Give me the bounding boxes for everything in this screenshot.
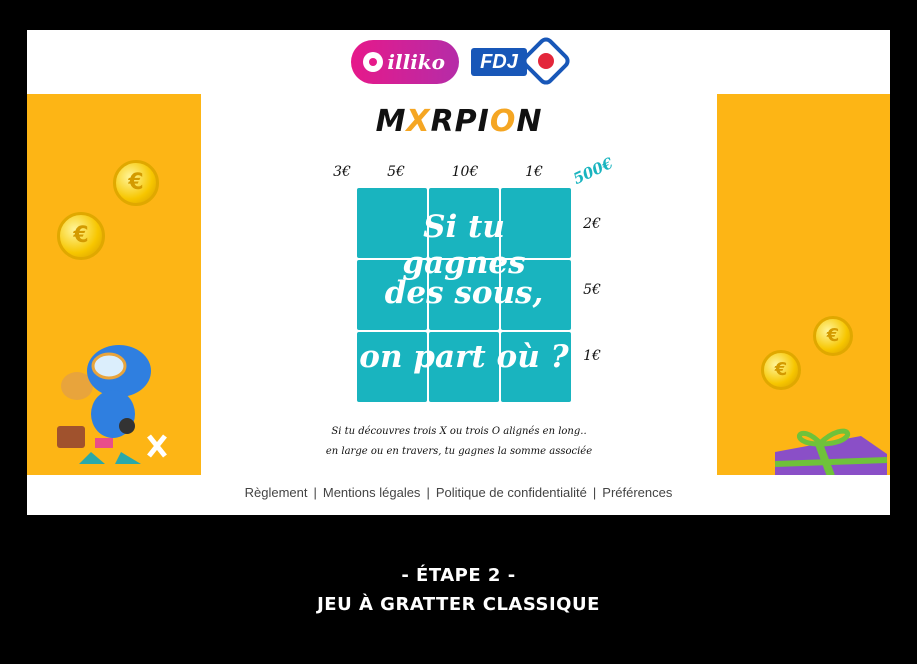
column-prize: 10€ xyxy=(451,164,479,180)
rules-text: Si tu découvres trois X ou trois O align… xyxy=(331,426,587,437)
illiko-logo-text: illiko xyxy=(387,50,445,74)
footer-link-confidentialite[interactable]: Politique de confidentialité xyxy=(436,485,587,500)
column-prize: 5€ xyxy=(387,164,405,180)
row-prize: 2€ xyxy=(583,216,601,232)
footer-link-reglement[interactable]: Règlement xyxy=(245,485,308,500)
illiko-logo: illiko xyxy=(351,40,459,84)
scratch-game-card: MXRPION 3€ 5€ 10€ 1€ 500€ Si tu gagnes d… xyxy=(201,94,717,475)
scratch-cell[interactable] xyxy=(357,188,427,258)
gift-box-illustration xyxy=(774,428,888,476)
scratch-cell[interactable] xyxy=(429,188,499,258)
footer-separator: | xyxy=(592,485,597,500)
footer-separator: | xyxy=(313,485,317,500)
scratch-cell[interactable] xyxy=(501,332,571,402)
footer-links: Règlement | Mentions légales | Politique de … xyxy=(27,475,890,515)
fdj-logo: FDJ xyxy=(471,34,573,88)
euro-coin-icon: € xyxy=(813,316,853,356)
scratch-cell[interactable] xyxy=(357,332,427,402)
row-prize: 1€ xyxy=(583,348,601,364)
euro-coin-icon: € xyxy=(113,160,159,206)
mascot-illustration xyxy=(57,345,167,464)
scratch-cell[interactable] xyxy=(501,188,571,258)
jackpot-prize: 500€ xyxy=(570,154,616,188)
step-label: - ÉTAPE 2 - xyxy=(401,565,516,586)
clover-icon xyxy=(363,52,383,72)
column-prize: 3€ xyxy=(333,164,351,180)
footer-separator: | xyxy=(426,485,430,500)
fdj-clover-icon xyxy=(519,34,573,88)
rules-text: en large ou en travers, tu gagnes la som… xyxy=(325,446,593,457)
scratch-cell[interactable] xyxy=(429,332,499,402)
header: illiko FDJ xyxy=(27,30,890,94)
row-prize: 5€ xyxy=(583,282,601,298)
footer-link-preferences[interactable]: Préférences xyxy=(602,485,672,500)
game-frame: illiko FDJ € € € € MXRPION 3€ 5€ 10€ 1€ … xyxy=(27,30,890,515)
step-subtitle: JEU À GRATTER CLASSIQUE xyxy=(317,594,600,615)
scratch-cell[interactable] xyxy=(357,260,427,330)
euro-coin-icon: € xyxy=(761,350,801,390)
scratch-cell[interactable] xyxy=(429,260,499,330)
game-title: MXRPION xyxy=(375,104,543,139)
fdj-logo-text: FDJ xyxy=(471,48,527,76)
yellow-band: € € € € MXRPION 3€ 5€ 10€ 1€ 500€ Si tu … xyxy=(27,94,890,476)
euro-coin-icon: € xyxy=(57,212,105,260)
scratch-cell[interactable] xyxy=(501,260,571,330)
footer-link-mentions[interactable]: Mentions légales xyxy=(323,485,421,500)
column-prize: 1€ xyxy=(525,164,543,180)
